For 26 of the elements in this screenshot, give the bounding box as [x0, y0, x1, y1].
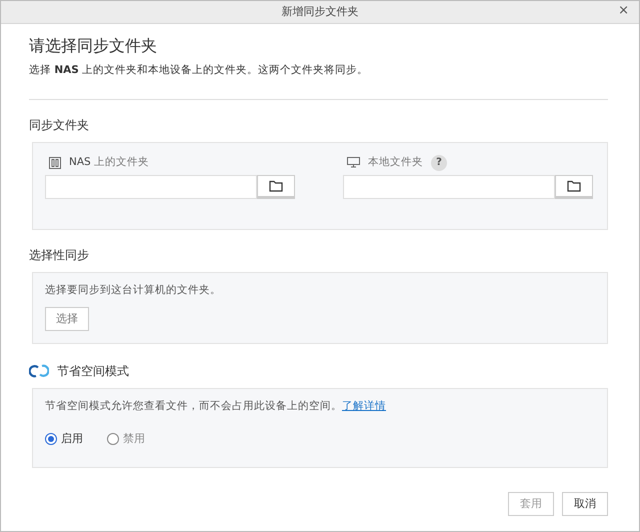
- dialog-heading: 请选择同步文件夹: [29, 36, 158, 56]
- radio-option[interactable]: 启用: [45, 430, 83, 448]
- section-description: 选择要同步到这台计算机的文件夹。: [45, 282, 222, 298]
- section-description: 节省空间模式允许您查看文件，而不会占用此设备上的空间。了解详情: [45, 399, 387, 414]
- window-title: 新增同步文件夹: [282, 4, 358, 20]
- nas-folder-field[interactable]: [45, 174, 257, 199]
- section-title: 同步文件夹: [29, 116, 90, 134]
- close-button[interactable]: ×: [616, 4, 631, 17]
- help-button[interactable]: ?: [431, 154, 447, 171]
- section-title: 选择性同步: [29, 246, 90, 264]
- browse-button[interactable]: [257, 174, 295, 199]
- dialog-description: 选择 NAS 上的文件夹和本地设备上的文件夹。这两个文件夹将同步。: [29, 63, 370, 78]
- dialog-button[interactable]: 取消: [562, 492, 608, 516]
- field-label: 本地文件夹: [368, 155, 423, 170]
- learn-more-link[interactable]: 了解详情: [342, 400, 386, 412]
- browse-button[interactable]: [555, 174, 593, 199]
- radio-option[interactable]: 禁用: [107, 430, 145, 448]
- sync-link-icon: [29, 364, 49, 378]
- folder-icon: [269, 180, 283, 192]
- section-title: 节省空间模式: [57, 363, 129, 380]
- folder-icon: [567, 180, 581, 192]
- select-button[interactable]: 选择: [45, 306, 89, 332]
- monitor-icon: [347, 157, 360, 168]
- nas-icon: [49, 156, 61, 169]
- field-label: NAS 上的文件夹: [69, 154, 150, 170]
- local-folder-field[interactable]: [343, 174, 555, 199]
